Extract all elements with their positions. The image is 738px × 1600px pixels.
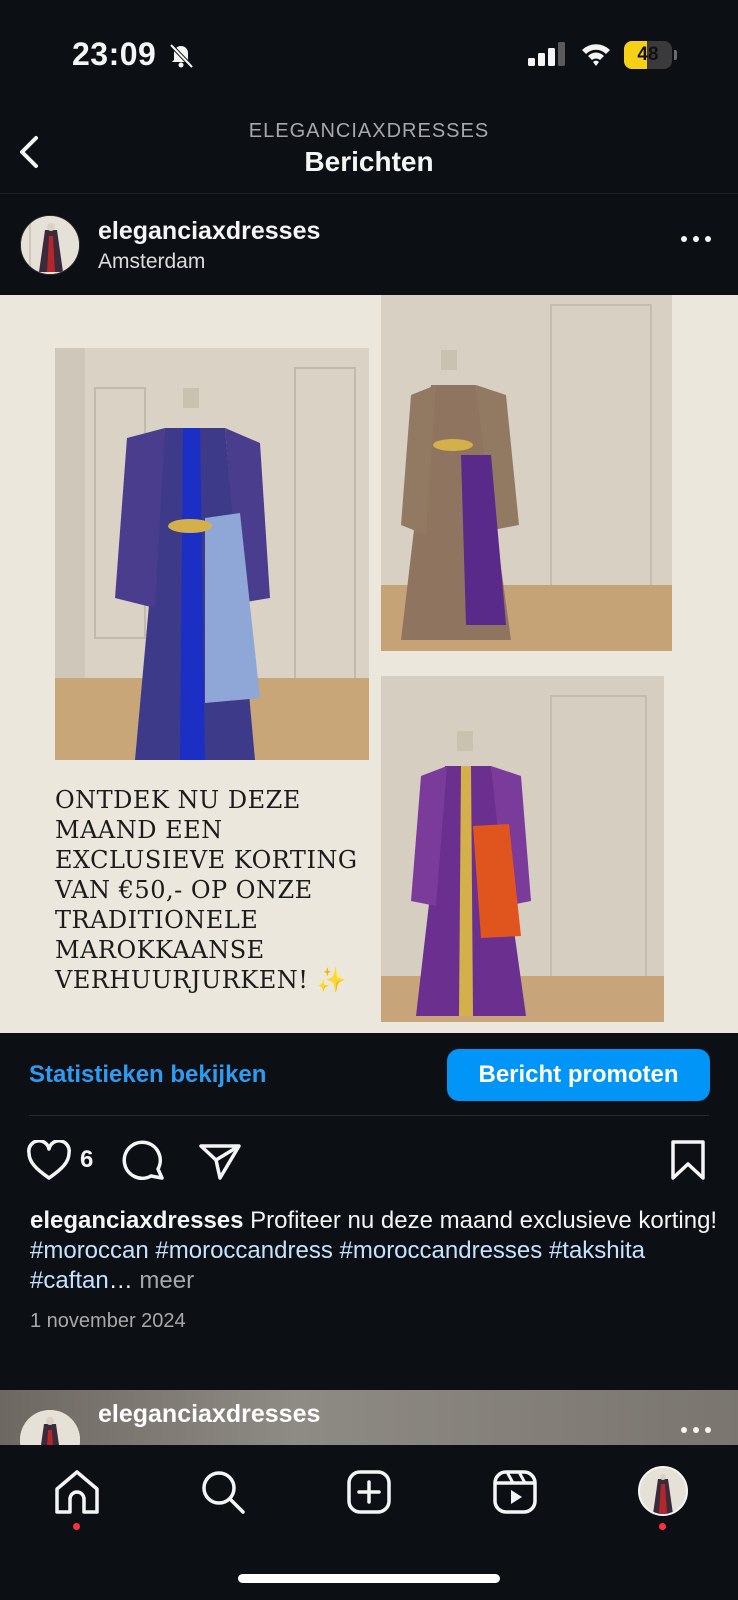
promote-post-button[interactable]: Bericht promoten bbox=[447, 1049, 710, 1101]
more-options-icon[interactable] bbox=[678, 1420, 714, 1440]
avatar[interactable] bbox=[20, 215, 80, 275]
insights-row: Statistieken bekijken Bericht promoten bbox=[0, 1033, 738, 1115]
post-caption: eleganciaxdresses Profiteer nu deze maan… bbox=[30, 1206, 720, 1296]
home-icon[interactable] bbox=[52, 1467, 102, 1517]
divider bbox=[29, 1115, 709, 1116]
post-location[interactable]: Amsterdam bbox=[98, 250, 205, 274]
battery-level: 48 bbox=[637, 44, 659, 65]
home-notification-dot bbox=[73, 1523, 80, 1530]
caption-username[interactable]: eleganciaxdresses bbox=[30, 1207, 243, 1234]
dress-photo-blue bbox=[55, 348, 369, 760]
header-account-name: ELEGANCIAXDRESSES bbox=[248, 120, 490, 142]
post-actions: 6 bbox=[0, 1136, 738, 1186]
post-image[interactable]: ONTDEK NU DEZE MAAND EEN EXCLUSIEVE KORT… bbox=[0, 295, 738, 1033]
post-date: 1 november 2024 bbox=[30, 1310, 186, 1332]
post-username[interactable]: eleganciaxdresses bbox=[98, 217, 320, 246]
next-post-username[interactable]: eleganciaxdresses bbox=[98, 1400, 320, 1429]
hashtag[interactable]: #caftan bbox=[30, 1267, 109, 1294]
wifi-icon bbox=[582, 44, 610, 66]
view-insights-link[interactable]: Statistieken bekijken bbox=[29, 1061, 266, 1089]
page-header: ELEGANCIAXDRESSES Berichten bbox=[0, 108, 738, 194]
more-options-icon[interactable] bbox=[678, 229, 714, 249]
caption-ellipsis: … bbox=[108, 1267, 133, 1294]
hashtag[interactable]: #moroccandresses bbox=[340, 1237, 543, 1264]
home-indicator bbox=[238, 1574, 500, 1583]
page-title: Berichten bbox=[304, 146, 434, 177]
post-header: eleganciaxdresses Amsterdam bbox=[0, 195, 738, 295]
status-time: 23:09 bbox=[72, 36, 157, 72]
profile-tab-avatar[interactable] bbox=[638, 1466, 688, 1516]
heart-icon[interactable] bbox=[26, 1140, 72, 1182]
like-count[interactable]: 6 bbox=[80, 1146, 93, 1174]
hashtag[interactable]: #moroccandress bbox=[155, 1237, 332, 1264]
hashtag[interactable]: #moroccan bbox=[30, 1237, 149, 1264]
promo-text: ONTDEK NU DEZE MAAND EEN EXCLUSIEVE KORT… bbox=[55, 786, 358, 994]
dress-photo-orange bbox=[381, 676, 664, 1022]
hashtag[interactable]: #takshita bbox=[549, 1237, 645, 1264]
bell-slash-icon bbox=[169, 43, 194, 69]
profile-notification-dot bbox=[659, 1523, 666, 1530]
caption-more-link[interactable]: meer bbox=[139, 1267, 194, 1294]
battery-icon: 48 bbox=[624, 41, 677, 69]
create-icon[interactable] bbox=[344, 1467, 394, 1517]
search-icon[interactable] bbox=[198, 1467, 248, 1517]
share-icon[interactable] bbox=[198, 1140, 242, 1182]
caption-text: Profiteer nu deze maand exclusieve korti… bbox=[250, 1207, 718, 1234]
avatar[interactable] bbox=[20, 1410, 80, 1445]
cellular-signal-icon bbox=[528, 42, 565, 66]
dress-photo-purple bbox=[381, 295, 672, 651]
sparkles-emoji: ✨ bbox=[316, 966, 347, 994]
reels-icon[interactable] bbox=[490, 1467, 540, 1517]
comment-icon[interactable] bbox=[122, 1140, 166, 1182]
next-post-preview[interactable]: eleganciaxdresses bbox=[0, 1390, 738, 1445]
status-bar: 23:09 48 bbox=[0, 0, 738, 108]
bookmark-icon[interactable] bbox=[668, 1138, 708, 1182]
